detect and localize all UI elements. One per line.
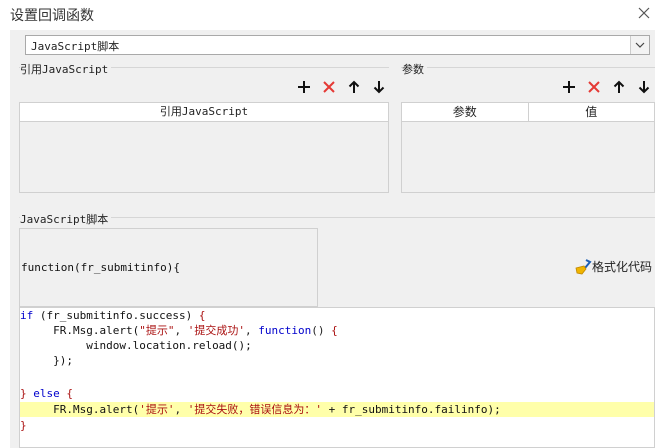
params-column-name[interactable]: 参数 (402, 103, 529, 121)
broom-icon (575, 258, 592, 274)
params-delete-icon[interactable] (585, 78, 603, 96)
format-code-label: 格式化代码 (592, 260, 653, 274)
ref-section-label: 引用JavaScript (20, 61, 112, 77)
params-add-icon[interactable] (560, 78, 578, 96)
code-line: if (fr_submitinfo.success) { (20, 309, 206, 322)
script-section-label: JavaScript脚本 (20, 211, 112, 227)
params-column-value[interactable]: 值 (529, 103, 655, 121)
params-arrow-down-icon[interactable] (635, 78, 653, 96)
code-line-highlighted: FR.Msg.alert('提示', '提交失败，错误信息为：' + fr_su… (20, 402, 654, 417)
code-line: } else { (20, 387, 73, 400)
params-separator (401, 67, 655, 68)
params-section-label: 参数 (402, 61, 427, 77)
params-table-header: 参数 值 (402, 103, 654, 122)
dropdown-chevron-icon[interactable] (630, 36, 649, 54)
params-table[interactable]: 参数 值 (401, 102, 655, 193)
function-signature: function(fr_submitinfo){ (21, 261, 180, 274)
code-editor[interactable]: if (fr_submitinfo.success) { FR.Msg.aler… (19, 307, 655, 448)
ref-arrow-up-icon[interactable] (345, 78, 363, 96)
window-title: 设置回调函数 (10, 8, 94, 24)
script-separator (19, 217, 655, 218)
ref-delete-icon[interactable] (320, 78, 338, 96)
function-header-box: function(fr_submitinfo){ (19, 228, 318, 307)
script-type-value: JavaScript脚本 (31, 40, 120, 53)
code-line: }); (53, 354, 73, 367)
title-bar: 设置回调函数 (0, 0, 655, 30)
code-line: window.location.reload(); (86, 339, 252, 352)
format-code-button[interactable]: 格式化代码 (574, 258, 652, 275)
ref-arrow-down-icon[interactable] (370, 78, 388, 96)
script-type-select[interactable]: JavaScript脚本 (25, 35, 650, 55)
ref-table-header: 引用JavaScript (20, 103, 388, 122)
close-icon[interactable] (634, 3, 654, 23)
code-line: FR.Msg.alert("提示", '提交成功', function() { (53, 324, 338, 337)
ref-column-header[interactable]: 引用JavaScript (20, 103, 388, 121)
ref-table[interactable]: 引用JavaScript (19, 102, 389, 193)
ref-add-icon[interactable] (295, 78, 313, 96)
params-arrow-up-icon[interactable] (610, 78, 628, 96)
code-line: } (20, 419, 27, 432)
